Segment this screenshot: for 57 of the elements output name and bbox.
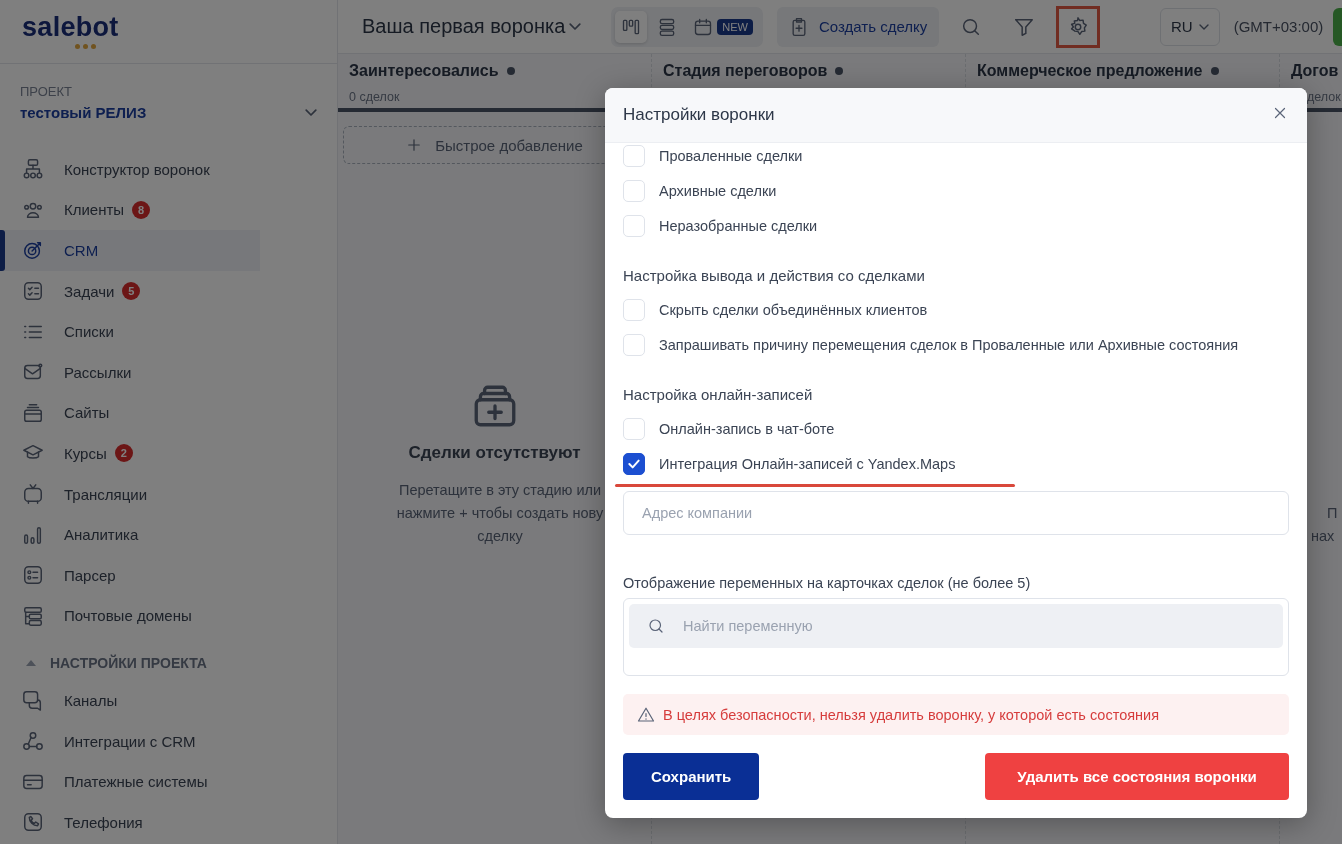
search-field[interactable]: Найти переменную (629, 604, 1283, 648)
empty-hint: нах (1311, 527, 1335, 546)
group-title: Настройка онлайн-записей (623, 386, 814, 403)
empty-hint: нажмите + чтобы создать нову (396, 504, 604, 523)
stage-title: Коммерческое предложение (977, 62, 1203, 80)
option-label: Проваленные сделки (659, 148, 803, 164)
project-label: ПРОЕКТ (20, 84, 74, 99)
delete-button[interactable]: Удалить все состояния воронки (985, 753, 1289, 800)
empty-hint: П (1326, 504, 1338, 523)
sidebar-item[interactable]: CRM (0, 230, 260, 271)
sidebar-item[interactable]: Сайты (0, 392, 260, 434)
address-field[interactable]: Адрес компании (623, 491, 1289, 535)
count-badge: 5 (122, 282, 141, 301)
sidebar-item[interactable]: Почтовые домены (0, 595, 260, 637)
sidebar-item[interactable]: Списки (0, 311, 260, 352)
sidebar-item[interactable]: Задачи 5 (0, 270, 260, 312)
sidebar-item[interactable]: Трансляции (0, 473, 260, 515)
option-label: Скрыть сделки объединённых клиентов (659, 302, 928, 318)
sidebar-item[interactable]: Каналы (0, 680, 260, 721)
create-deal-button[interactable]: Создать сделку (777, 6, 940, 47)
timezone: (GMT+03:00) (1233, 18, 1324, 35)
option-label: Неразобранные сделки (659, 218, 818, 234)
option-label: Интеграция Онлайн-записей с Yandex.Maps (659, 456, 956, 472)
sidebar-item[interactable]: Парсер (0, 554, 260, 596)
sidebar-item[interactable]: Платежные системы (0, 761, 260, 802)
empty-hint: Перетащите в эту стадию или (398, 481, 602, 500)
funnel-selector[interactable]: Ваша первая воронка (362, 15, 582, 38)
sidebar-item[interactable]: Конструктор воронок (0, 149, 260, 190)
stage-title: Догов (1291, 62, 1339, 80)
sidebar-item[interactable]: Аналитика (0, 514, 260, 555)
sidebar-item[interactable]: Рассылки (0, 351, 260, 393)
new-badge: NEW (717, 18, 753, 35)
stage-title: Стадия переговоров (663, 62, 828, 80)
sidebar-item[interactable]: Курсы 2 (0, 433, 260, 474)
deal-count: 0 сделок (349, 90, 401, 104)
save-button[interactable]: Сохранить (623, 753, 760, 800)
sidebar-item[interactable]: Интеграции с CRM (0, 720, 260, 762)
warning-text: В целях безопасности, нельзя удалить воронку, у которой есть состояния (663, 706, 1159, 723)
sidebar-item[interactable]: Телефония (0, 801, 260, 843)
logo[interactable]: salebot (22, 14, 119, 49)
empty-title: Сделки отсутствуют (408, 443, 581, 463)
deal-count: делок (1306, 90, 1342, 104)
option-label: Запрашивать причину перемещения сделок в Проваленные или Архивные состояния (659, 337, 1239, 353)
dialog-title: Настройки воронки (623, 105, 775, 125)
count-badge: 8 (132, 200, 151, 219)
option-label: Онлайн-запись в чат-боте (659, 421, 835, 437)
empty-hint: сделку (477, 527, 523, 546)
project-name[interactable]: тестовый РЕЛИЗ (20, 104, 147, 121)
group-title: Настройка вывода и действия со сделками (623, 267, 926, 284)
sidebar-item[interactable]: Клиенты 8 (0, 189, 260, 231)
language-select[interactable]: RU (1160, 7, 1220, 46)
section-title: НАСТРОЙКИ ПРОЕКТА (50, 655, 207, 672)
option-label: Архивные сделки (659, 183, 777, 199)
count-badge: 2 (114, 444, 133, 463)
stage-title: Заинтересовались (349, 62, 499, 80)
field-label: Отображение переменных на карточках сделок (не более 5) (623, 575, 1032, 591)
view-tab[interactable]: NEW (687, 10, 759, 43)
